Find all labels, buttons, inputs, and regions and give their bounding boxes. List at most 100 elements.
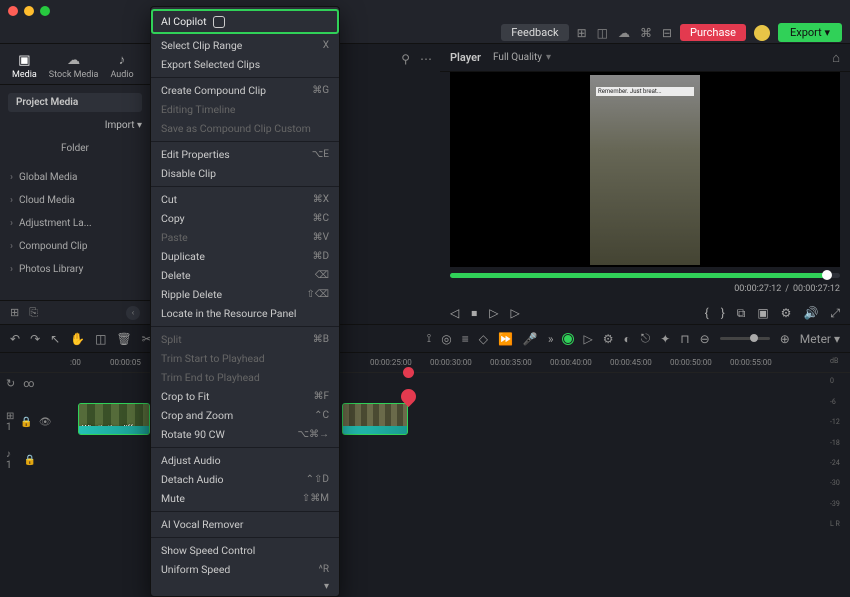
context-item-show-speed-control[interactable]: Show Speed Control — [151, 541, 339, 560]
adjust-icon[interactable]: ≡ — [462, 332, 469, 346]
timeline-clip[interactable] — [342, 403, 408, 435]
timeline-add-icon[interactable]: ↻ — [6, 377, 15, 390]
more-tools-icon[interactable]: » — [548, 332, 554, 346]
progress-bar[interactable] — [450, 273, 840, 278]
context-item-rotate-90-cw[interactable]: Rotate 90 CW⌥⌘→ — [151, 425, 339, 444]
next-frame-icon[interactable]: ▷ — [510, 306, 519, 320]
sidebar-item-cloud-media[interactable]: Cloud Media — [0, 189, 150, 212]
display-icon[interactable]: ▣ — [757, 306, 768, 320]
tab-media[interactable]: ▣Media — [6, 48, 43, 84]
play-timeline-icon[interactable]: ▷ — [583, 332, 592, 346]
context-item-export-selected-clips[interactable]: Export Selected Clips — [151, 55, 339, 74]
hand-icon[interactable]: ✋ — [70, 332, 85, 346]
transition-icon[interactable]: ⎋ — [641, 331, 651, 346]
more-icon[interactable]: ⋯ — [420, 52, 432, 66]
mixer-icon[interactable]: ⚙ — [603, 332, 614, 346]
volume-icon[interactable]: 🔊 — [803, 306, 818, 320]
timeline-ruler[interactable]: :00 00:00:05 00:00:25:00 00:00:30:00 00:… — [0, 353, 850, 373]
new-bin-icon[interactable]: ⊞ — [10, 306, 19, 319]
sidebar-item-compound-clip[interactable]: Compound Clip — [0, 235, 150, 258]
bracket-left-icon[interactable]: { — [705, 306, 709, 320]
link-bin-icon[interactable]: ⎘ — [29, 306, 38, 320]
context-item-detach-audio[interactable]: Detach Audio⌃⇧D — [151, 470, 339, 489]
context-item-duplicate[interactable]: Duplicate⌘D — [151, 247, 339, 266]
context-item-locate-in-the-resource-panel[interactable]: Locate in the Resource Panel — [151, 304, 339, 323]
play-icon[interactable]: ▷ — [489, 306, 498, 320]
context-ai-copilot[interactable]: AI Copilot — [151, 9, 339, 34]
timeline-clip[interactable]: What's the diff... — [78, 403, 150, 435]
track-header-video[interactable]: ⊞ 1 🔒 👁 — [6, 411, 36, 433]
progress-knob[interactable] — [822, 270, 832, 280]
minimize-window-button[interactable] — [24, 6, 34, 16]
context-more-toggle[interactable] — [151, 579, 339, 594]
timeline-link-icon[interactable]: ∞ — [23, 377, 34, 390]
quality-dropdown[interactable]: Full Quality — [493, 52, 551, 63]
redo-icon[interactable]: ↷ — [30, 332, 40, 346]
user-avatar[interactable] — [754, 25, 770, 41]
context-item-edit-properties[interactable]: Edit Properties⌥E — [151, 145, 339, 164]
stop-icon[interactable]: ⏹ — [471, 306, 477, 321]
sidebar-item-adjustment-layer[interactable]: Adjustment La... — [0, 212, 150, 235]
bracket-right-icon[interactable]: } — [721, 306, 725, 320]
crop-tool-icon[interactable]: ◫ — [95, 332, 106, 346]
context-item-ripple-delete[interactable]: Ripple Delete⇧⌫ — [151, 285, 339, 304]
purchase-button[interactable]: Purchase — [680, 24, 746, 41]
meter-label[interactable]: Meter ▾ — [800, 332, 840, 346]
context-item-mute[interactable]: Mute⇧⌘M — [151, 489, 339, 508]
layout-icon[interactable]: ◫ — [597, 26, 608, 40]
voice-icon[interactable]: 🎤 — [523, 332, 538, 346]
folder-tab[interactable]: Folder — [8, 139, 142, 158]
cloud-icon[interactable]: ☁ — [618, 26, 630, 40]
effects-icon[interactable]: ✦ — [660, 332, 670, 346]
feedback-button[interactable]: Feedback — [501, 24, 568, 41]
close-window-button[interactable] — [8, 6, 18, 16]
track-header-audio[interactable]: ♪ 1 🔒 — [6, 449, 36, 471]
grid-icon[interactable]: ⊟ — [662, 26, 672, 40]
link-icon[interactable]: ⌘ — [640, 26, 652, 40]
context-item-adjust-audio[interactable]: Adjust Audio — [151, 451, 339, 470]
render-status-icon[interactable] — [563, 334, 573, 344]
context-item-cut[interactable]: Cut⌘X — [151, 190, 339, 209]
context-item-select-clip-range[interactable]: Select Clip RangeX — [151, 36, 339, 55]
magnet-icon[interactable]: ⊓ — [680, 332, 689, 346]
zoom-slider[interactable] — [720, 337, 770, 340]
compare-icon[interactable]: ⧉ — [737, 306, 746, 321]
eye-icon[interactable]: 👁 — [39, 417, 52, 428]
speed-icon[interactable]: ⏩ — [498, 332, 513, 346]
pointer-icon[interactable]: ↖ — [50, 332, 60, 346]
lock-icon[interactable]: 🔒 — [20, 417, 32, 428]
target-icon[interactable]: ◎ — [441, 332, 451, 346]
context-item-crop-and-zoom[interactable]: Crop and Zoom⌃C — [151, 406, 339, 425]
collapse-sidebar-button[interactable]: ‹ — [126, 306, 140, 320]
tab-audio[interactable]: ♪Audio — [104, 48, 139, 84]
zoom-knob[interactable] — [750, 334, 758, 342]
marker-icon[interactable]: ⟟ — [427, 331, 431, 346]
project-media-header[interactable]: Project Media — [8, 93, 142, 112]
video-canvas[interactable]: Remember. Just breat... — [450, 72, 840, 267]
sidebar-item-global-media[interactable]: Global Media — [0, 166, 150, 189]
export-button[interactable]: Export ▾ — [778, 23, 842, 42]
import-dropdown[interactable]: Import ▾ — [105, 120, 142, 131]
delete-icon[interactable]: 🗑 — [116, 332, 131, 346]
zoom-out-icon[interactable]: ⊖ — [700, 332, 710, 346]
context-item-copy[interactable]: Copy⌘C — [151, 209, 339, 228]
color-icon[interactable]: ◐ — [623, 332, 630, 346]
fullscreen-icon[interactable]: ⤢ — [830, 306, 840, 321]
keyframe-icon[interactable]: ◇ — [479, 332, 488, 346]
context-item-create-compound-clip[interactable]: Create Compound Clip⌘G — [151, 81, 339, 100]
undo-icon[interactable]: ↶ — [10, 332, 20, 346]
snapshot-icon[interactable]: ⌂ — [832, 50, 840, 66]
filter-icon[interactable]: ⚲ — [401, 52, 410, 66]
context-item-disable-clip[interactable]: Disable Clip — [151, 164, 339, 183]
prev-frame-icon[interactable]: ◁ — [450, 306, 459, 320]
zoom-in-icon[interactable]: ⊕ — [780, 332, 790, 346]
context-item-crop-to-fit[interactable]: Crop to Fit⌘F — [151, 387, 339, 406]
maximize-window-button[interactable] — [40, 6, 50, 16]
context-item-delete[interactable]: Delete⌫ — [151, 266, 339, 285]
lock-icon[interactable]: 🔒 — [24, 455, 36, 466]
context-item-uniform-speed[interactable]: Uniform Speed^R — [151, 560, 339, 579]
monitor-icon[interactable]: ⊞ — [577, 26, 587, 40]
sidebar-item-photos-library[interactable]: Photos Library — [0, 258, 150, 281]
tab-stock-media[interactable]: ☁Stock Media — [43, 48, 105, 84]
settings-icon[interactable]: ⚙ — [781, 306, 792, 320]
